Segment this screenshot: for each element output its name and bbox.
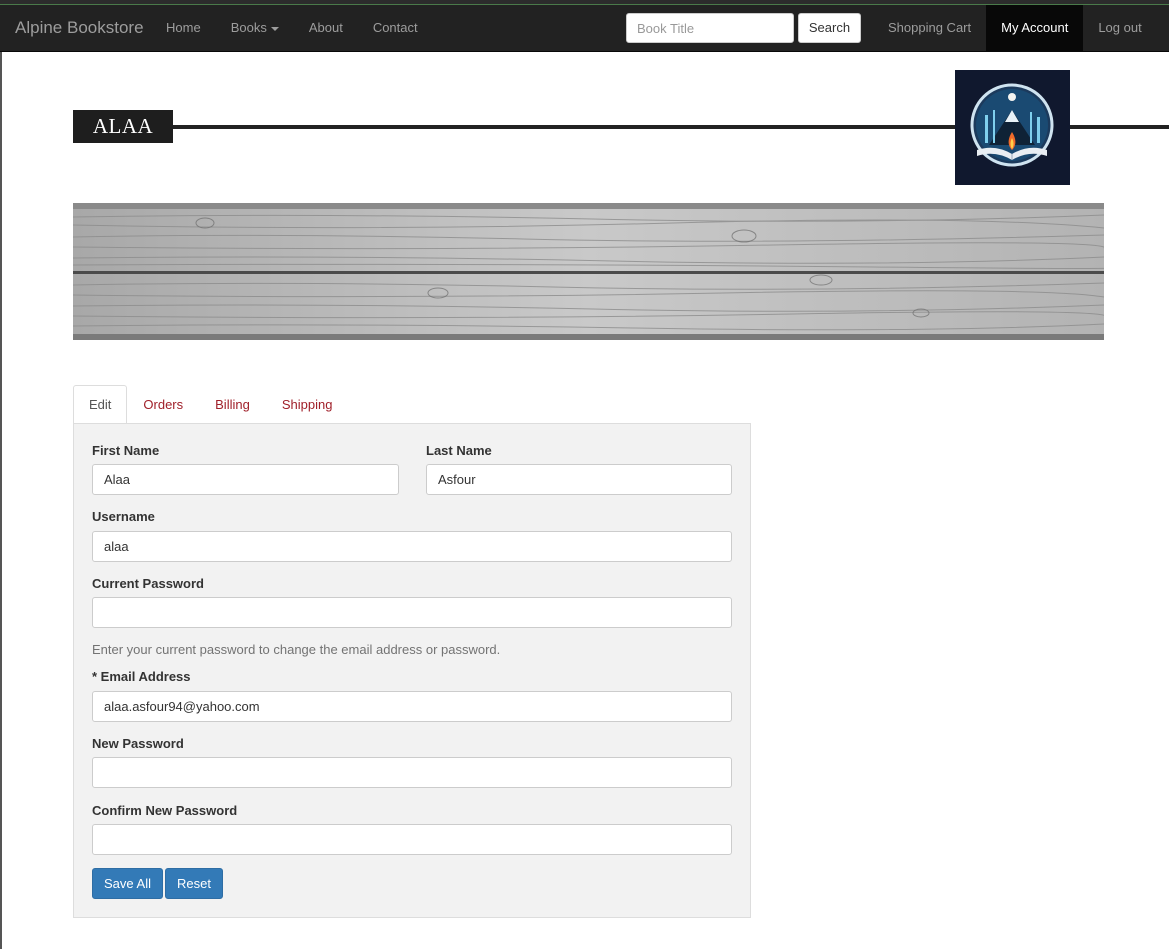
tab-edit[interactable]: Edit [73,385,128,424]
new-password-label: New Password [92,736,184,751]
top-navbar: Alpine Bookstore Home Books About Contac… [0,5,1169,52]
username-label: Username [92,509,155,524]
last-name-field[interactable]: Asfour [426,464,732,495]
username-field[interactable]: alaa [92,531,732,562]
wood-texture-image [73,203,1104,340]
current-password-label: Current Password [92,576,204,591]
nav-about[interactable]: About [294,5,358,51]
new-password-field[interactable] [92,757,732,788]
tab-orders[interactable]: Orders [127,385,199,424]
account-name-heading: ALAA [73,110,173,143]
caret-down-icon [270,26,279,31]
bookstore-logo [955,70,1070,185]
first-name-label: First Name [92,443,160,458]
first-name-field[interactable]: Alaa [92,464,399,495]
password-help-text: Enter your current password to change th… [92,642,501,657]
nav-home[interactable]: Home [151,5,216,51]
email-label: * Email Address [92,669,191,684]
search-button[interactable]: Search [798,13,861,43]
current-password-field[interactable] [92,597,732,628]
nav-log-out[interactable]: Log out [1083,5,1156,51]
nav-left-menu: Home Books About Contact [151,5,433,51]
left-edge-border [0,52,2,949]
email-field[interactable]: alaa.asfour94@yahoo.com [92,691,732,722]
confirm-password-label: Confirm New Password [92,803,238,818]
nav-shopping-cart[interactable]: Shopping Cart [873,5,986,51]
tab-shipping[interactable]: Shipping [266,385,349,424]
save-all-button[interactable]: Save All [92,868,163,899]
nav-books-label: Books [230,20,267,35]
book-title-search-input[interactable] [626,13,794,43]
mountain-book-logo-icon [955,70,1070,185]
account-tabs: Edit Orders Billing Shipping [73,385,348,424]
nav-my-account[interactable]: My Account [986,5,1084,51]
reset-button[interactable]: Reset [165,868,223,899]
tab-billing[interactable]: Billing [199,385,266,424]
nav-right-menu: Shopping Cart My Account Log out [873,5,1157,51]
confirm-password-field[interactable] [92,824,732,855]
nav-books-dropdown[interactable]: Books [216,5,294,51]
brand-link[interactable]: Alpine Bookstore [15,5,144,51]
edit-account-form: First Name Alaa Last Name Asfour Usernam… [73,423,751,918]
last-name-label: Last Name [426,443,492,458]
nav-contact[interactable]: Contact [358,5,433,51]
wood-banner-image [73,203,1104,340]
